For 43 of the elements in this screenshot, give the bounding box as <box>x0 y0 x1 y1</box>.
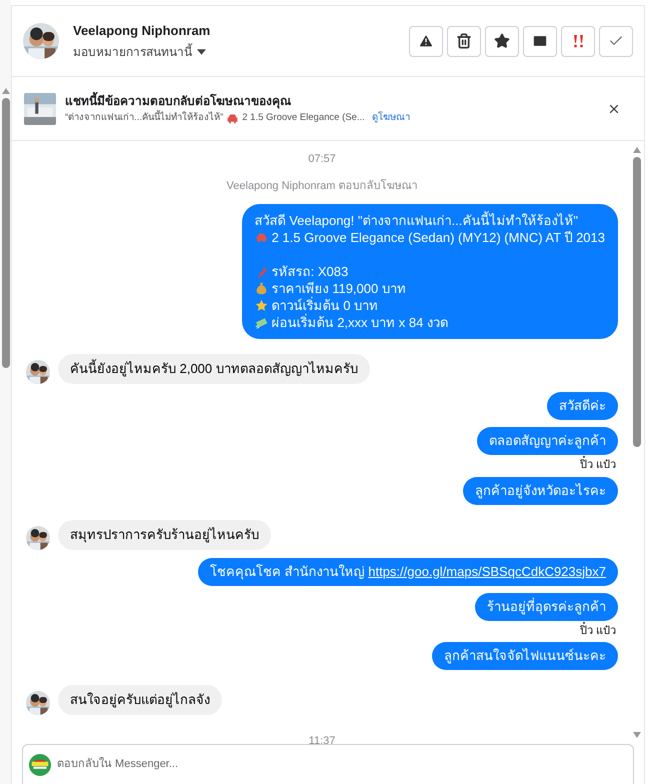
reply-note: Veelapong Niphonram ตอบกลับโฆษณา <box>226 178 418 194</box>
car-icon <box>226 112 240 124</box>
caret-icon <box>197 48 206 55</box>
sender-name: ปิ๋ว แป๋ว <box>580 457 616 474</box>
view-ad-link[interactable]: ดูโฆษณา <box>372 110 410 126</box>
toolbar-button[interactable] <box>523 26 557 56</box>
outgoing-message: โชคคุณโชค สำนักงานใหญ่ https://goo.gl/maps/SBSqcCdkC923sjbx7 <box>198 558 618 586</box>
incoming-message: สมุทรปราการครับร้านอยู่ไหนครับ <box>58 520 271 550</box>
money-bag-icon <box>254 282 268 295</box>
incoming-message: คันนี้ยังอยู่ไหมครับ 2,000 บาทตลอดสัญญาไหมครับ <box>58 354 370 384</box>
timestamp: 07:57 <box>308 152 336 167</box>
pushpin-icon <box>254 265 268 278</box>
map-link[interactable]: https://goo.gl/maps/SBSqcCdkC923sjbx7 <box>368 564 606 578</box>
outgoing-message: ลูกค้าสนใจจัดไฟแนนซ์นะคะ <box>432 642 618 670</box>
star-icon <box>254 299 268 312</box>
outgoing-message: ลูกค้าอยู่จังหวัดอะไรคะ <box>463 476 618 504</box>
car-icon <box>254 231 268 244</box>
scrollbar-thumb[interactable] <box>633 157 641 447</box>
scroll-up-icon[interactable] <box>633 147 641 153</box>
ad-banner-title: แชทนี้มีข้อความตอบกลับต่อโฆษณาของคุณ <box>65 92 292 110</box>
toolbar-button[interactable] <box>409 26 443 56</box>
star-icon <box>494 33 510 49</box>
outgoing-message: สวัสดีค่ะ <box>547 392 618 420</box>
contact-name: Veelapong Niphonram <box>73 22 212 40</box>
reply-field[interactable]: ตอบกลับใน Messenger... <box>57 756 627 773</box>
warning-icon <box>418 33 434 49</box>
timestamp: 11:37 <box>308 734 336 744</box>
outgoing-message: สวัสดี Veelapong! "ต่างจากแฟนเก่า...คันนี้ไม่ทำให้ร้องไห้" 2 1.5 Groove Elegance (Sedan) (MY12) (MNC) AT ปี 2013 รหัสรถ: X083 ราคาเพียง 119,000 บาท ดาวน์เริ่มต้น 0 บาท ผ่อนเริ่มต้น 2,xxx บาท x 84 งวด <box>242 204 618 339</box>
assign-dropdown[interactable]: มอบหมายการสนทนานี้ <box>73 42 409 61</box>
scroll-down-icon[interactable] <box>633 732 641 738</box>
flying-money-icon <box>254 316 268 329</box>
sender-name: ปิ๋ว แป๋ว <box>580 622 616 639</box>
incoming-message: สนใจอยู่ครับแต่อยู่ไกลจัง <box>58 685 222 715</box>
trash-icon <box>456 33 472 49</box>
outgoing-message: ร้านอยู่ที่อุดรค่ะลูกค้า <box>475 592 618 620</box>
ad-quote: “ต่างจากแฟนเก่า...คันนี้ไม่ทำให้ร้องไห้” <box>65 110 224 125</box>
scroll-up-icon[interactable] <box>2 88 10 94</box>
scrollbar-thumb[interactable] <box>2 98 10 368</box>
ad-car-model: 2 1.5 Groove Elegance (Se... <box>242 110 365 125</box>
reply-box[interactable]: ตอบกลับใน Messenger... <box>22 744 634 784</box>
outgoing-message: ตลอดสัญญาค่ะลูกค้า <box>477 427 618 455</box>
toolbar-button[interactable] <box>485 26 519 56</box>
toolbar-button[interactable] <box>447 26 481 56</box>
